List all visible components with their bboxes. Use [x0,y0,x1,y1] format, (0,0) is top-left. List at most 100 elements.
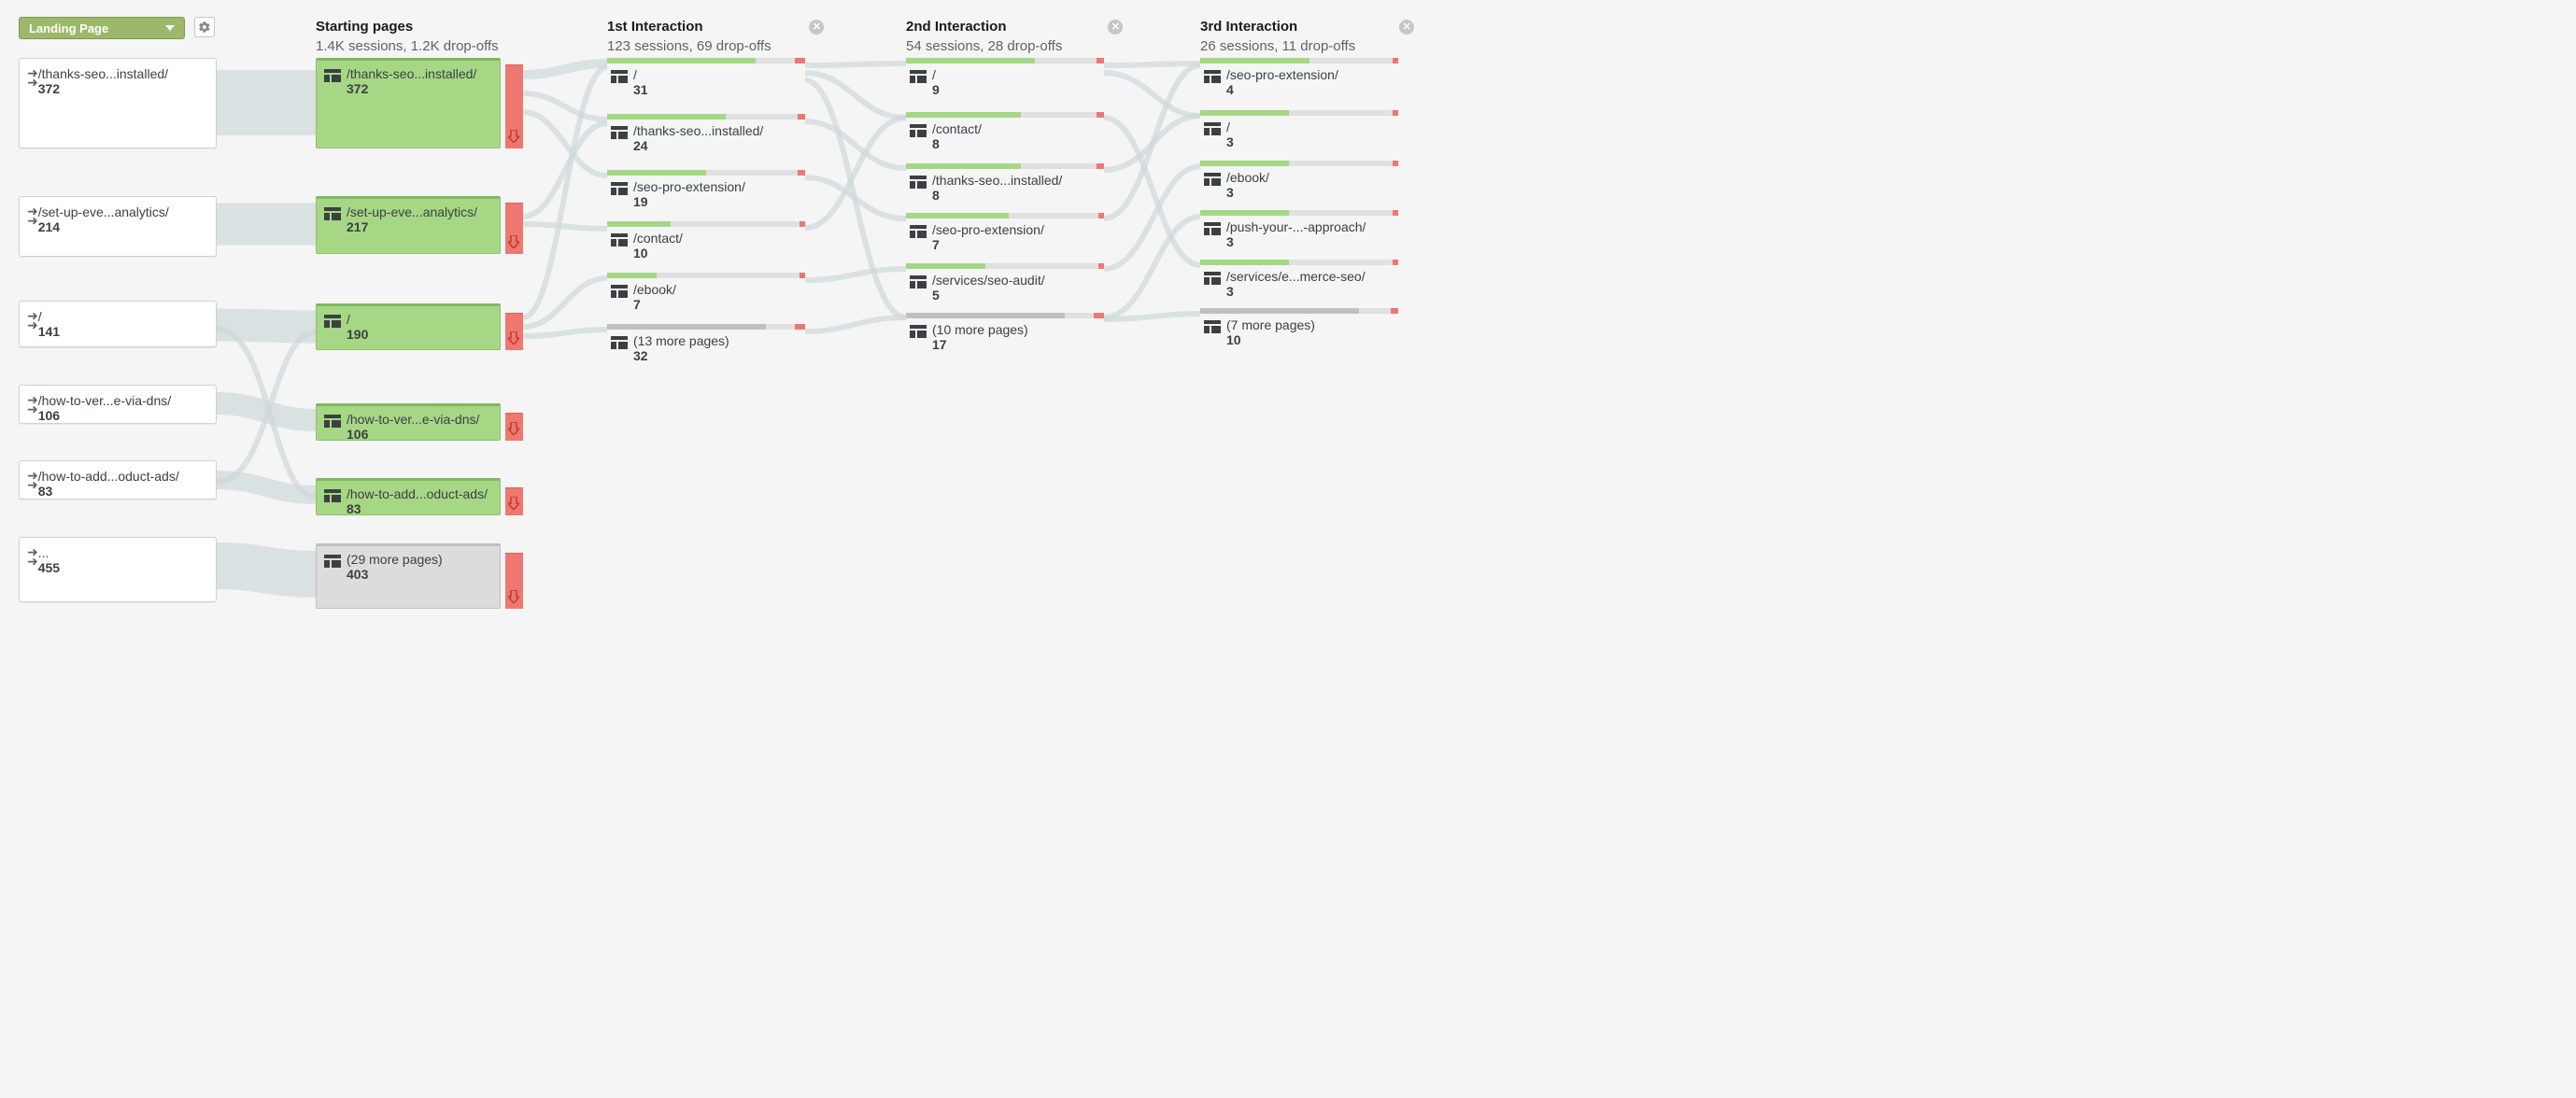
source-card[interactable]: ➜➜/thanks-seo...installed/372 [19,58,217,148]
source-count: 455 [38,560,208,575]
starting-page-card[interactable]: /set-up-eve...analytics/217 [316,196,501,254]
close-icon[interactable]: ✕ [809,20,824,35]
source-path: /set-up-eve...analytics/ [38,204,208,219]
interaction-row[interactable]: /3 [1200,110,1398,149]
row-path: /thanks-seo...installed/ [932,173,1100,188]
page-count: 83 [347,501,488,516]
page-count: 106 [347,427,479,442]
entry-arrow-icon: ➜➜ [27,66,38,87]
page-icon [910,124,927,137]
col-header-int1: 1st Interaction ✕ 123 sessions, 69 drop-… [607,17,824,56]
interaction-row[interactable]: /services/seo-audit/5 [906,263,1104,303]
source-path: /how-to-ver...e-via-dns/ [38,393,208,408]
page-path: /set-up-eve...analytics/ [347,204,477,219]
source-card[interactable]: ➜➜/141 [19,301,217,347]
interaction-row[interactable]: /thanks-seo...installed/24 [607,114,805,153]
entry-arrow-icon: ➜➜ [27,309,38,330]
interaction-row[interactable]: /ebook/3 [1200,161,1398,200]
row-count: 8 [932,136,1100,151]
col-title: 3rd Interaction [1200,17,1297,36]
page-icon [910,275,927,289]
close-icon[interactable]: ✕ [1108,20,1123,35]
dropoff-arrow-icon [508,422,519,435]
page-path: /thanks-seo...installed/ [347,66,476,81]
row-path: /ebook/ [1226,170,1394,185]
gear-icon [198,21,211,34]
more-pages-row[interactable]: (7 more pages)10 [1200,308,1398,347]
interaction-row[interactable]: /seo-pro-extension/19 [607,170,805,209]
row-path: /push-your-...-approach/ [1226,219,1394,234]
row-bar [906,313,1104,318]
dropoff-bar [505,553,523,609]
starting-page-card[interactable]: /thanks-seo...installed/372 [316,58,501,148]
row-bar [906,213,1104,218]
dropoff-bar [505,413,523,441]
col-sub: 26 sessions, 11 drop-offs [1200,36,1414,56]
starting-page-card[interactable]: /190 [316,303,501,350]
interaction-row[interactable]: /seo-pro-extension/4 [1200,58,1398,97]
page-icon [1204,320,1221,333]
row-bar [607,324,805,330]
row-count: 7 [633,297,801,312]
landing-page-dropdown[interactable]: Landing Page [19,17,185,39]
entry-arrow-icon: ➜➜ [27,393,38,414]
page-count: 372 [347,81,476,96]
interaction-row[interactable]: /contact/10 [607,221,805,260]
row-count: 19 [633,194,801,209]
interaction-row[interactable]: /thanks-seo...installed/8 [906,163,1104,203]
row-path: /thanks-seo...installed/ [633,123,801,138]
dropoff-arrow-icon [508,331,519,345]
interaction-row[interactable]: /push-your-...-approach/3 [1200,210,1398,249]
page-count: 190 [347,327,368,342]
col-header-int3: 3rd Interaction ✕ 26 sessions, 11 drop-o… [1200,17,1414,56]
interaction-row[interactable]: /9 [906,58,1104,97]
row-count: 3 [1226,284,1394,299]
row-count: 31 [633,82,801,97]
page-icon [324,315,341,328]
row-path: /ebook/ [633,282,801,297]
col-header-int2: 2nd Interaction ✕ 54 sessions, 28 drop-o… [906,17,1123,56]
source-card[interactable]: ➜➜/how-to-add...oduct-ads/83 [19,460,217,500]
page-icon [324,207,341,220]
page-path: /how-to-add...oduct-ads/ [347,486,488,501]
interaction-row[interactable]: /31 [607,58,805,97]
row-count: 3 [1226,234,1394,249]
row-count: 10 [1226,332,1394,347]
row-bar [906,263,1104,269]
page-icon [910,176,927,189]
caret-down-icon [165,25,175,31]
row-bar [607,221,805,227]
page-icon [611,233,628,246]
source-path: / [38,309,208,324]
dropoff-bar [505,487,523,515]
page-icon [611,285,628,298]
col-sub: 1.4K sessions, 1.2K drop-offs [316,36,499,56]
interaction-row[interactable]: /ebook/7 [607,273,805,312]
page-icon [1204,222,1221,235]
row-path: / [1226,120,1394,134]
source-card[interactable]: ➜➜/set-up-eve...analytics/214 [19,196,217,257]
row-count: 5 [932,288,1100,303]
dropoff-arrow-icon [508,590,519,603]
row-path: /contact/ [932,121,1100,136]
page-path: (29 more pages) [347,552,443,567]
more-pages-row[interactable]: (13 more pages)32 [607,324,805,363]
source-card[interactable]: ➜➜...455 [19,537,217,602]
interaction-row[interactable]: /services/e...merce-seo/3 [1200,260,1398,299]
col-title: 1st Interaction [607,17,703,36]
starting-page-card[interactable]: /how-to-add...oduct-ads/83 [316,478,501,515]
row-bar [1200,260,1398,265]
row-path: / [932,67,1100,82]
source-card[interactable]: ➜➜/how-to-ver...e-via-dns/106 [19,385,217,424]
more-pages-row[interactable]: (10 more pages)17 [906,313,1104,352]
page-path: / [347,312,368,327]
interaction-row[interactable]: /seo-pro-extension/7 [906,213,1104,252]
row-path: /seo-pro-extension/ [932,222,1100,237]
dropoff-arrow-icon [508,235,519,248]
row-bar [607,273,805,278]
settings-button[interactable] [194,17,215,37]
starting-page-card[interactable]: /how-to-ver...e-via-dns/106 [316,403,501,441]
close-icon[interactable]: ✕ [1399,20,1414,35]
more-pages-card[interactable]: (29 more pages)403 [316,543,501,609]
interaction-row[interactable]: /contact/8 [906,112,1104,151]
